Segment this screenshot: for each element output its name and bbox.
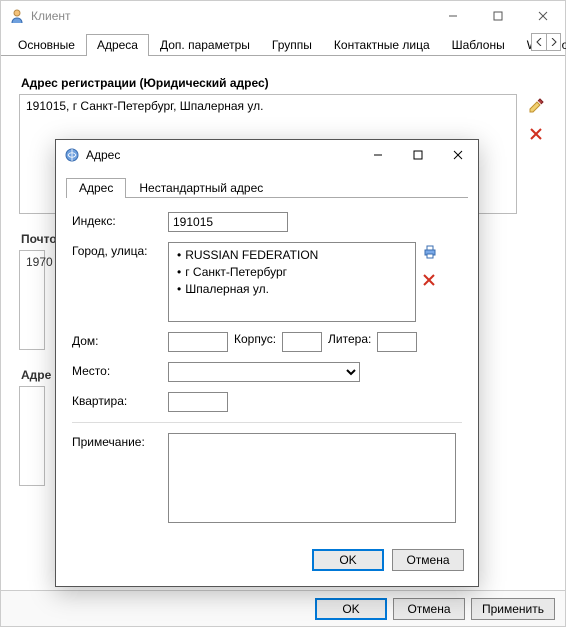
tab-scroll-arrows	[531, 33, 561, 51]
tab-scroll-right[interactable]	[546, 34, 560, 50]
dialog-ok-button[interactable]: OK	[312, 549, 384, 571]
label-litera: Литера:	[328, 332, 371, 346]
row-note: Примечание:	[72, 433, 462, 523]
city-street-tools	[422, 242, 438, 290]
tab-scroll-left[interactable]	[532, 34, 546, 50]
dialog-tabs: Адрес Нестандартный адрес	[66, 176, 468, 198]
row-house: Дом: Корпус: Литера:	[72, 332, 462, 352]
main-footer: OK Отмена Применить	[1, 590, 565, 626]
close-button[interactable]	[520, 2, 565, 30]
main-tabs: Основные Адреса Доп. параметры Группы Ко…	[1, 31, 565, 56]
main-apply-button[interactable]: Применить	[471, 598, 555, 620]
print-icon[interactable]	[422, 244, 438, 263]
textarea-note[interactable]	[168, 433, 456, 523]
label-house: Дом:	[72, 332, 168, 348]
registration-address-tools	[525, 94, 547, 144]
registration-address-title: Адрес регистрации (Юридический адрес)	[21, 76, 545, 90]
label-note: Примечание:	[72, 433, 168, 449]
form-separator	[72, 422, 462, 423]
edit-icon[interactable]	[528, 98, 544, 117]
dialog-title: Адрес	[86, 148, 358, 162]
row-place: Место:	[72, 362, 462, 382]
address-dialog: Адрес Адрес Нестандартный адрес Индекс: …	[55, 139, 479, 587]
input-building[interactable]	[282, 332, 322, 352]
tab-kontaktnye-litsa[interactable]: Контактные лица	[323, 34, 441, 56]
city-street-list[interactable]: RUSSIAN FEDERATION г Санкт-Петербург Шпа…	[168, 242, 416, 322]
dialog-close-button[interactable]	[438, 141, 478, 169]
delete-icon[interactable]	[529, 127, 543, 144]
main-window-controls	[430, 2, 565, 30]
third-address-text	[19, 386, 45, 486]
input-house[interactable]	[168, 332, 228, 352]
tab-dop-parametry[interactable]: Доп. параметры	[149, 34, 261, 56]
dialog-body: Адрес Нестандартный адрес Индекс: Город,…	[56, 170, 478, 544]
dialog-form: Индекс: Город, улица: RUSSIAN FEDERATION…	[66, 198, 468, 529]
main-ok-button[interactable]: OK	[315, 598, 387, 620]
dialog-titlebar: Адрес	[56, 140, 478, 170]
dialog-tab-adres[interactable]: Адрес	[66, 178, 126, 198]
dialog-icon	[64, 147, 80, 163]
main-title: Клиент	[31, 9, 430, 23]
dialog-minimize-button[interactable]	[358, 141, 398, 169]
row-flat: Квартира:	[72, 392, 462, 412]
app-icon	[9, 8, 25, 24]
tab-gruppy[interactable]: Группы	[261, 34, 323, 56]
city-line-0: RUSSIAN FEDERATION	[177, 247, 407, 264]
dialog-footer: OK Отмена	[56, 544, 478, 586]
label-place: Место:	[72, 362, 168, 378]
input-litera[interactable]	[377, 332, 417, 352]
tab-adresa[interactable]: Адреса	[86, 34, 149, 56]
tab-osnovnye[interactable]: Основные	[7, 34, 86, 56]
dialog-window-controls	[358, 141, 478, 169]
label-flat: Квартира:	[72, 392, 168, 408]
row-index: Индекс:	[72, 212, 462, 232]
label-city-street: Город, улица:	[72, 242, 168, 258]
dialog-cancel-button[interactable]: Отмена	[392, 549, 464, 571]
label-building: Корпус:	[234, 332, 276, 346]
city-line-2: Шпалерная ул.	[177, 281, 407, 298]
tab-shablony[interactable]: Шаблоны	[441, 34, 516, 56]
postal-address-text: 1970	[19, 250, 45, 350]
row-city-street: Город, улица: RUSSIAN FEDERATION г Санкт…	[72, 242, 462, 322]
label-index: Индекс:	[72, 212, 168, 228]
delete-icon[interactable]	[422, 273, 438, 290]
minimize-button[interactable]	[430, 2, 475, 30]
main-titlebar: Клиент	[1, 1, 565, 31]
maximize-button[interactable]	[475, 2, 520, 30]
dialog-maximize-button[interactable]	[398, 141, 438, 169]
city-line-1: г Санкт-Петербург	[177, 264, 407, 281]
input-flat[interactable]	[168, 392, 228, 412]
dialog-tab-nestandartnyy[interactable]: Нестандартный адрес	[126, 178, 276, 198]
main-cancel-button[interactable]: Отмена	[393, 598, 465, 620]
select-place[interactable]	[168, 362, 360, 382]
input-index[interactable]	[168, 212, 288, 232]
